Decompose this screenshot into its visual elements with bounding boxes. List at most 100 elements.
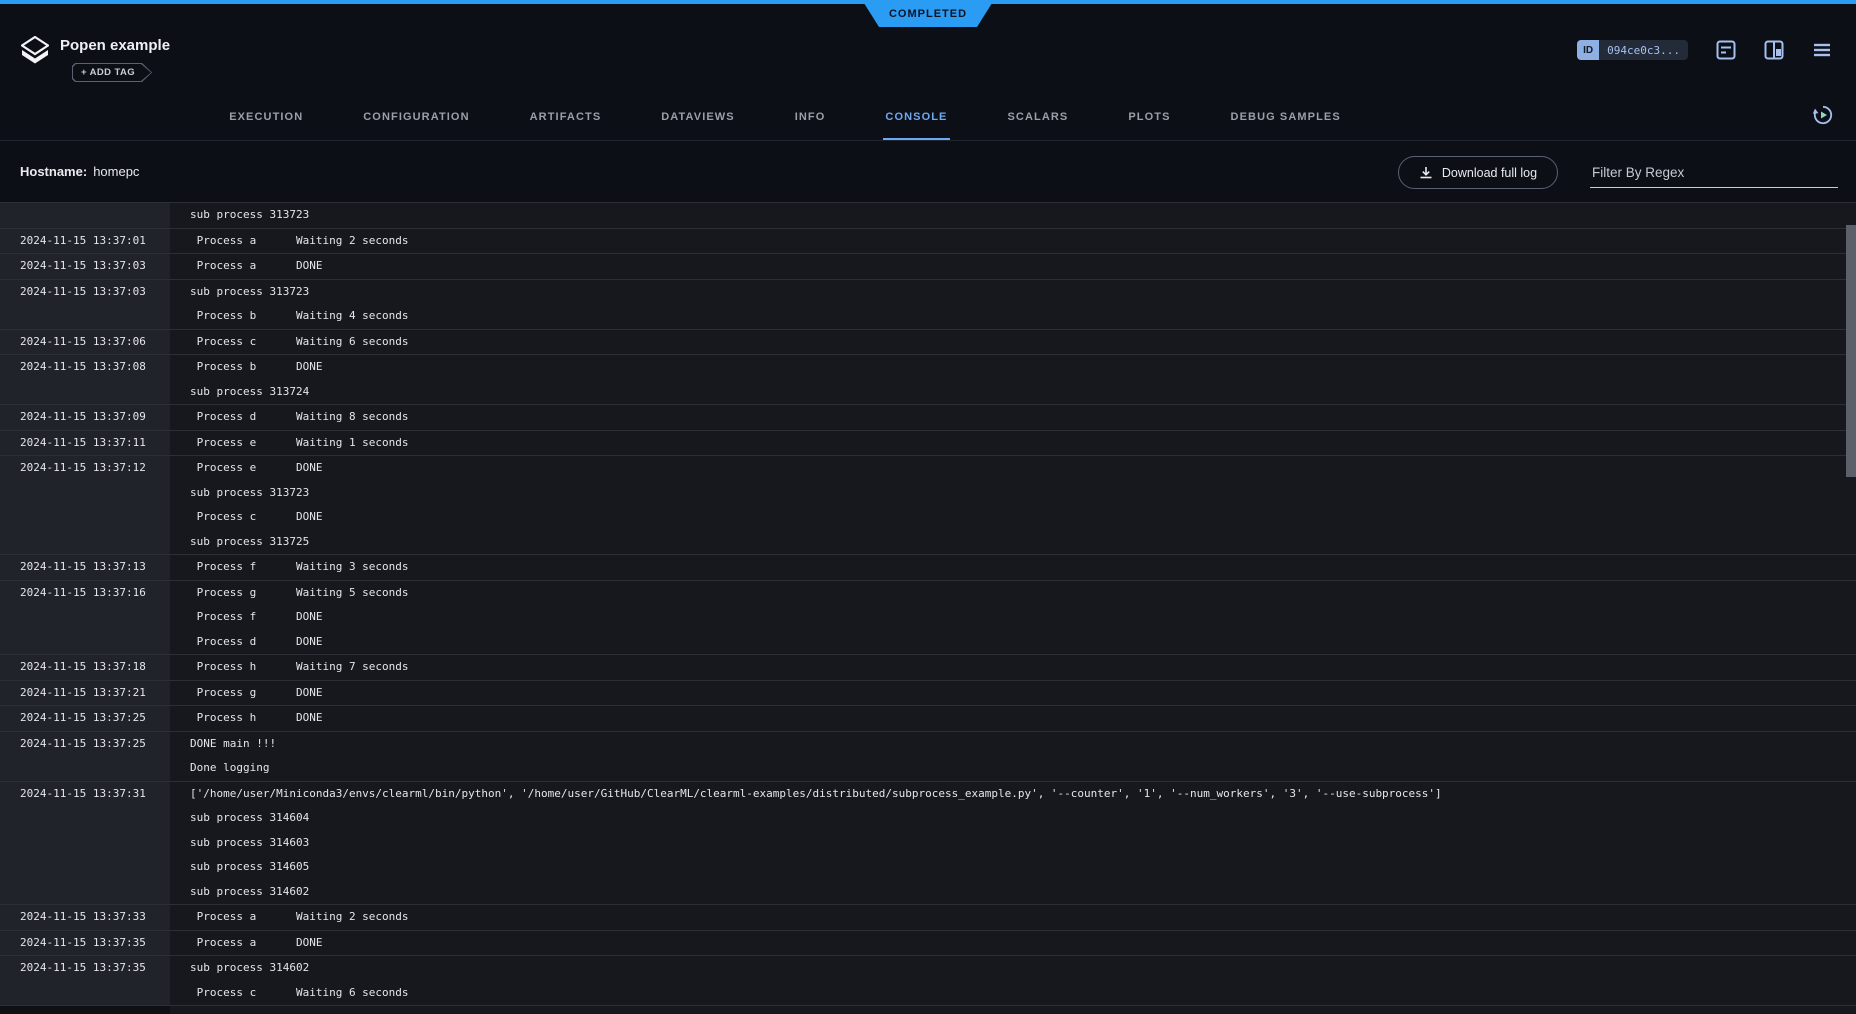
app-logo-icon (21, 36, 49, 66)
log-timestamp (0, 203, 170, 228)
log-timestamp: 2024-11-15 13:37:08 (0, 355, 170, 404)
log-entry: 2024-11-15 13:37:33 Process a Waiting 2 … (0, 904, 1856, 930)
log-entry: 2024-11-15 13:37:06 Process c Waiting 6 … (0, 329, 1856, 355)
menu-icon[interactable] (1812, 40, 1832, 60)
download-button-label: Download full log (1442, 166, 1537, 180)
hostname-label: Hostname: (20, 164, 87, 179)
console-log: sub process 3137232024-11-15 13:37:01 Pr… (0, 202, 1856, 1014)
tab-label: CONFIGURATION (361, 111, 471, 140)
log-line: Process b DONE (190, 355, 1856, 380)
add-tag-button[interactable]: + ADD TAG (72, 63, 152, 82)
status-badge: COMPLETED (862, 0, 994, 27)
log-timestamp: 2024-11-15 13:37:33 (0, 905, 170, 930)
log-messages: Process e DONEsub process 313723 Process… (170, 456, 1856, 554)
log-entry: 2024-11-15 13:37:18 Process h Waiting 7 … (0, 654, 1856, 680)
log-entry: 2024-11-15 13:37:08 Process b DONEsub pr… (0, 354, 1856, 404)
hostname-value: homepc (93, 164, 139, 179)
tab-execution[interactable]: EXECUTION (199, 111, 333, 140)
log-timestamp: 2024-11-15 13:37:01 (0, 229, 170, 254)
log-timestamp: 2024-11-15 13:37:11 (0, 431, 170, 456)
log-messages: ['/home/user/Miniconda3/envs/clearml/bin… (170, 782, 1856, 905)
log-entry: 2024-11-15 13:37:12 Process e DONEsub pr… (0, 455, 1856, 554)
console-toolbar: Hostname: homepc Download full log (0, 140, 1856, 203)
tab-plots[interactable]: PLOTS (1098, 111, 1200, 140)
log-line: Process d Waiting 8 seconds (190, 405, 1856, 430)
tab-label: DEBUG SAMPLES (1229, 111, 1343, 140)
log-timestamp (0, 1006, 170, 1014)
log-entry: 2024-11-15 13:37:16 Process g Waiting 5 … (0, 580, 1856, 655)
log-messages: Process b DONEsub process 313724 (170, 355, 1856, 404)
tab-label: EXECUTION (227, 111, 305, 140)
tab-configuration[interactable]: CONFIGURATION (333, 111, 499, 140)
page-title: Popen example (60, 37, 170, 54)
task-details-icon[interactable] (1716, 40, 1736, 60)
log-messages: Process c Waiting 6 seconds (170, 330, 1856, 355)
download-full-log-button[interactable]: Download full log (1398, 156, 1558, 189)
tab-info[interactable]: INFO (765, 111, 856, 140)
log-messages: Process a DONE (170, 254, 1856, 279)
log-entry: 2024-11-15 13:37:35 Process a DONE (0, 930, 1856, 956)
log-line: sub process 314602 (190, 880, 1856, 905)
log-entry: 2024-11-15 13:37:21 Process g DONE (0, 680, 1856, 706)
log-messages: Process e Waiting 1 seconds (170, 431, 1856, 456)
log-messages: Process g Waiting 5 seconds Process f DO… (170, 581, 1856, 655)
log-timestamp: 2024-11-15 13:37:25 (0, 706, 170, 731)
log-messages: Process d Waiting 8 seconds (170, 405, 1856, 430)
log-line: sub process 314605 (190, 855, 1856, 880)
log-timestamp: 2024-11-15 13:37:35 (0, 931, 170, 956)
log-messages (170, 1006, 1856, 1014)
tab-label: ARTIFACTS (528, 111, 604, 140)
header-actions: ID 094ce0c3... (1577, 40, 1832, 60)
log-messages: Process f Waiting 3 seconds (170, 555, 1856, 580)
log-messages: sub process 313723 (170, 203, 1856, 228)
log-line: sub process 313723 (190, 280, 1856, 305)
tab-label: DATAVIEWS (659, 111, 736, 140)
log-entry: 2024-11-15 13:37:03 Process a DONE (0, 253, 1856, 279)
log-messages: sub process 314602 Process c Waiting 6 s… (170, 956, 1856, 1005)
log-messages: Process a DONE (170, 931, 1856, 956)
log-entry: 2024-11-15 13:37:01 Process a Waiting 2 … (0, 228, 1856, 254)
layout-icon[interactable] (1764, 40, 1784, 60)
tab-scalars[interactable]: SCALARS (978, 111, 1099, 140)
tab-console[interactable]: CONSOLE (855, 111, 977, 140)
log-messages: DONE main !!!Done logging (170, 732, 1856, 781)
log-line: Process a DONE (190, 931, 1856, 956)
tab-debug-samples[interactable]: DEBUG SAMPLES (1201, 111, 1371, 140)
log-line: sub process 313723 (190, 203, 1856, 228)
clearml-task-page: COMPLETED Popen example + ADD TAG ID 094… (0, 0, 1856, 1014)
log-line: Process a DONE (190, 254, 1856, 279)
log-timestamp: 2024-11-15 13:37:35 (0, 956, 170, 1005)
log-entry-partial (0, 1005, 1856, 1014)
id-badge-label: ID (1577, 40, 1599, 60)
log-entry: 2024-11-15 13:37:13 Process f Waiting 3 … (0, 554, 1856, 580)
log-line: Process g DONE (190, 681, 1856, 706)
vertical-scrollbar-thumb[interactable] (1846, 225, 1856, 477)
id-badge[interactable]: ID 094ce0c3... (1577, 40, 1688, 60)
log-timestamp: 2024-11-15 13:37:09 (0, 405, 170, 430)
log-messages: Process h Waiting 7 seconds (170, 655, 1856, 680)
log-timestamp: 2024-11-15 13:37:18 (0, 655, 170, 680)
log-line: Process d DONE (190, 630, 1856, 655)
refresh-icon[interactable] (1812, 104, 1834, 126)
log-line: Process h Waiting 7 seconds (190, 655, 1856, 680)
log-line: sub process 313725 (190, 530, 1856, 555)
log-line: Process a Waiting 2 seconds (190, 229, 1856, 254)
log-line: DONE main !!! (190, 732, 1856, 757)
log-entry: 2024-11-15 13:37:03sub process 313723 Pr… (0, 279, 1856, 329)
log-timestamp: 2024-11-15 13:37:03 (0, 280, 170, 329)
tab-artifacts[interactable]: ARTIFACTS (500, 111, 632, 140)
log-entry: 2024-11-15 13:37:25DONE main !!!Done log… (0, 731, 1856, 781)
filter-regex-input[interactable] (1590, 157, 1838, 188)
tab-dataviews[interactable]: DATAVIEWS (631, 111, 764, 140)
download-icon (1419, 166, 1433, 180)
tab-label: CONSOLE (883, 111, 949, 140)
log-entry: sub process 313723 (0, 202, 1856, 228)
log-timestamp: 2024-11-15 13:37:12 (0, 456, 170, 554)
log-line: sub process 313723 (190, 481, 1856, 506)
log-timestamp: 2024-11-15 13:37:21 (0, 681, 170, 706)
log-messages: Process g DONE (170, 681, 1856, 706)
log-entry: 2024-11-15 13:37:09 Process d Waiting 8 … (0, 404, 1856, 430)
log-timestamp: 2024-11-15 13:37:16 (0, 581, 170, 655)
log-entry: 2024-11-15 13:37:31['/home/user/Minicond… (0, 781, 1856, 905)
log-line: Process h DONE (190, 706, 1856, 731)
